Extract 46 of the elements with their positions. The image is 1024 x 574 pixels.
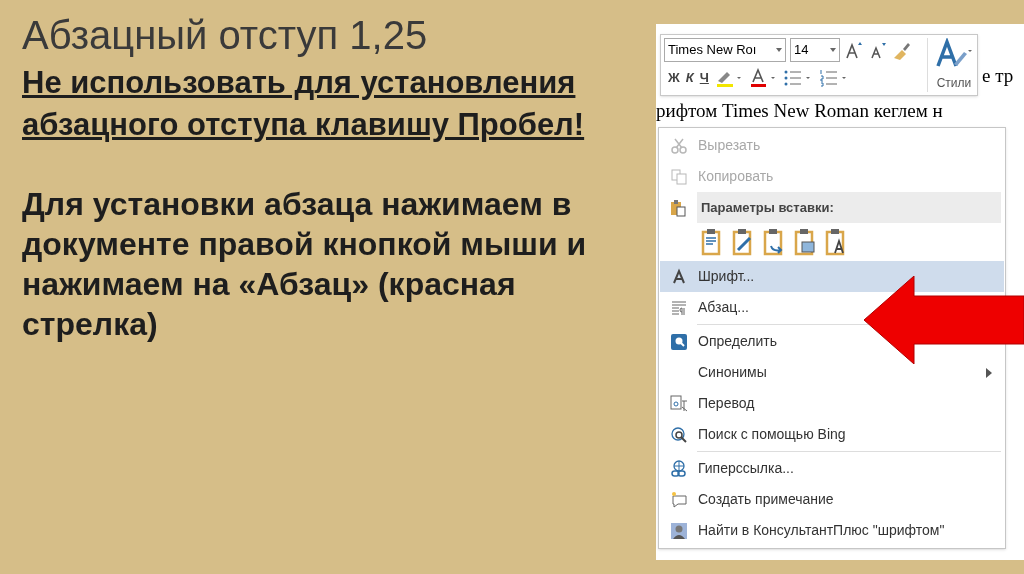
font-name-dropdown[interactable]: Times New Roı bbox=[664, 38, 786, 62]
copy-icon bbox=[670, 167, 688, 186]
shrink-font-icon[interactable] bbox=[868, 40, 888, 60]
paragraph-icon bbox=[670, 298, 688, 317]
paste-option-icon[interactable] bbox=[825, 228, 847, 256]
search-globe-icon bbox=[670, 425, 688, 444]
paste-option-icon[interactable] bbox=[794, 228, 816, 256]
paste-option-icon[interactable] bbox=[763, 228, 785, 256]
link-globe-icon bbox=[670, 459, 688, 478]
font-size-dropdown[interactable]: 14 bbox=[790, 38, 840, 62]
format-brush-icon[interactable] bbox=[892, 40, 912, 60]
translate-icon bbox=[670, 394, 688, 413]
bold-button[interactable]: Ж bbox=[668, 68, 680, 88]
italic-button[interactable]: К bbox=[685, 68, 694, 88]
scissors-icon bbox=[670, 136, 688, 155]
paste-option-icon[interactable] bbox=[732, 228, 754, 256]
slide-title: Абзацный отступ 1,25 bbox=[22, 12, 429, 58]
caret-icon bbox=[830, 48, 836, 52]
menu-item[interactable]: Найти в КонсультантПлюс "шрифтом" bbox=[660, 515, 957, 546]
person-icon bbox=[670, 521, 688, 540]
comment-icon bbox=[670, 490, 688, 509]
menu-item[interactable]: Гиперссылка... bbox=[660, 453, 806, 484]
menu-item[interactable]: Шрифт... bbox=[660, 261, 1004, 292]
menu-item[interactable]: Перевод bbox=[660, 388, 767, 419]
underline-button[interactable]: Ч bbox=[699, 68, 709, 88]
clipboard-icon bbox=[669, 198, 687, 217]
document-text: е тр bbox=[982, 63, 1014, 88]
styles-button[interactable]: Стили bbox=[936, 74, 972, 92]
menu-item[interactable]: Поиск с помощью Bing bbox=[660, 419, 858, 450]
paste-options-header: Параметры вставки: bbox=[697, 192, 1001, 223]
letter-icon bbox=[670, 267, 688, 286]
bullet-list-icon[interactable] bbox=[782, 68, 813, 88]
menu-item[interactable]: Создать примечание bbox=[660, 484, 846, 515]
paste-option-icon[interactable] bbox=[701, 228, 723, 256]
book-search-icon bbox=[670, 332, 688, 351]
submenu-arrow-icon bbox=[986, 367, 992, 378]
styles-icon[interactable] bbox=[934, 38, 974, 70]
document-text: рифтом Times New Roman кеглем н bbox=[656, 99, 944, 123]
caret-icon bbox=[776, 48, 782, 52]
menu-item[interactable]: Определить bbox=[660, 326, 789, 357]
instruction-text: Для установки абзаца нажимаем в документе правой кнопкой мыши и нажимаем на «Абзац» (красная стрелка) bbox=[22, 185, 588, 344]
grow-font-icon[interactable] bbox=[844, 40, 864, 60]
menu-item[interactable]: Абзац... bbox=[660, 292, 761, 323]
warning-text: Не использовать для установления абзацного отступа клавишу Пробел! bbox=[22, 64, 586, 144]
font-color-icon[interactable] bbox=[748, 68, 777, 88]
menu-item[interactable]: Синонимы bbox=[660, 357, 1004, 388]
